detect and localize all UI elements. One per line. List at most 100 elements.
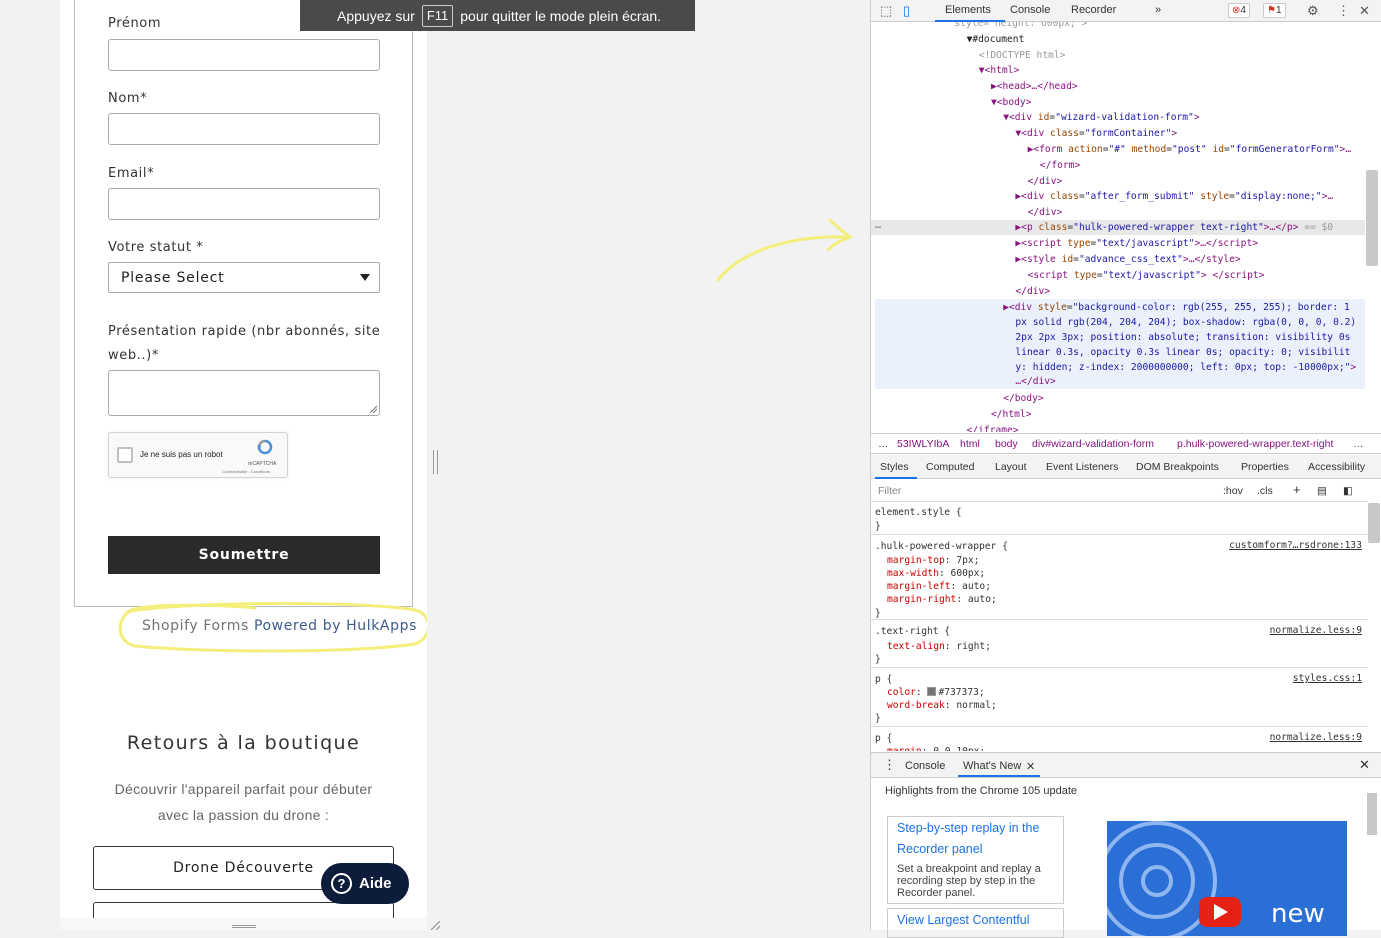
powered-by-link[interactable]: Powered by HulkApps [254, 618, 417, 634]
card-title-line-2[interactable]: Recorder panel [897, 839, 982, 860]
css-selector[interactable]: .hulk-powered-wrapper { [875, 540, 1008, 553]
dom-node-line[interactable]: ▶<div style="background-color: rgb(255, … [1003, 300, 1350, 315]
drawer-tab-console[interactable]: Console [905, 760, 945, 772]
card-title-line-1[interactable]: Step-by-step replay in the [897, 818, 1039, 839]
dom-node-line[interactable]: ▼#document [967, 32, 1025, 47]
subtab-properties[interactable]: Properties [1241, 461, 1289, 473]
close-tab-icon[interactable]: ✕ [1026, 760, 1035, 773]
css-declaration[interactable]: margin-left: auto; [887, 580, 991, 593]
css-selector[interactable]: p { [875, 732, 892, 745]
paint-icon[interactable]: ▤ [1317, 485, 1327, 497]
dom-node-line[interactable]: 2px 2px 3px; position: absolute; transit… [1015, 330, 1350, 345]
dom-node-line[interactable]: ▼<div id="wizard-validation-form"> [1003, 110, 1199, 125]
subtab-computed[interactable]: Computed [926, 461, 974, 473]
subtab-event-listeners[interactable]: Event Listeners [1046, 461, 1118, 473]
drawer-scrollbar-thumb[interactable] [1367, 793, 1377, 835]
breadcrumb-item[interactable]: html [960, 438, 980, 450]
status-select[interactable]: Please Select [108, 262, 380, 293]
css-rule-close[interactable]: } [875, 607, 881, 620]
inspect-element-icon[interactable]: ⬚ [880, 3, 892, 19]
close-drawer-icon[interactable]: ✕ [1359, 757, 1370, 773]
new-rule-icon[interactable]: + [1293, 482, 1301, 497]
css-declaration[interactable]: margin-top: 7px; [887, 554, 979, 567]
firstname-input[interactable] [108, 39, 380, 71]
css-declaration[interactable]: max-width: 600px; [887, 567, 985, 580]
more-tabs-button[interactable]: » [1155, 4, 1161, 16]
dom-node-line[interactable]: ▶<style id="advance_css_text">…</style> [1015, 252, 1240, 267]
tab-console[interactable]: Console [1010, 4, 1050, 16]
css-selector[interactable]: p { [875, 673, 892, 686]
dom-node-line[interactable]: …</div> [1015, 374, 1055, 389]
dom-node-line[interactable]: ▶<p class="hulk-powered-wrapper text-rig… [1015, 220, 1333, 235]
css-source-link[interactable]: styles.css:1 [1293, 673, 1362, 684]
dom-node-line[interactable]: ▶<head>…</head> [991, 79, 1078, 94]
dom-node-line[interactable]: </iframe> [967, 423, 1019, 432]
dom-node-line[interactable]: </body> [1003, 391, 1043, 406]
breadcrumb-item[interactable]: … [878, 438, 889, 450]
sidebar-toggle-icon[interactable]: ◧ [1343, 485, 1353, 497]
css-declaration[interactable]: margin-right: auto; [887, 593, 997, 606]
css-declaration[interactable]: text-align: right; [887, 640, 991, 653]
corner-resize-icon[interactable] [431, 921, 441, 930]
dom-node-line[interactable]: ▼<body> [991, 95, 1031, 110]
dom-node-line[interactable]: </div> [1028, 205, 1063, 220]
css-selector[interactable]: element.style { [875, 506, 962, 519]
dom-node-line[interactable]: </div> [1028, 174, 1063, 189]
css-rule-close[interactable]: } [875, 653, 881, 666]
node-options-icon[interactable]: … [875, 220, 881, 231]
elements-scrollbar-thumb[interactable] [1366, 170, 1378, 266]
subtab-layout[interactable]: Layout [995, 461, 1027, 473]
color-swatch[interactable] [927, 687, 937, 696]
dom-node-line[interactable]: ▶<div class="after_form_submit" style="d… [1015, 189, 1333, 204]
styles-filter-input[interactable]: Filter [878, 485, 901, 497]
breadcrumb-item[interactable]: p.hulk-powered-wrapper.text-right [1177, 438, 1333, 450]
subtab-styles[interactable]: Styles [880, 461, 909, 473]
close-icon[interactable]: ✕ [1359, 3, 1370, 19]
hov-toggle[interactable]: :hov [1223, 485, 1243, 497]
tab-elements[interactable]: Elements [945, 4, 991, 16]
recaptcha-checkbox[interactable] [117, 447, 133, 463]
dom-node-line[interactable]: ▼<div class="formContainer"> [1015, 126, 1177, 141]
issue-count-badge[interactable]: ⚑1 [1263, 3, 1286, 18]
css-declaration[interactable]: margin: 0 0 10px; [887, 745, 985, 751]
css-selector[interactable]: .text-right { [875, 625, 950, 638]
whats-new-video-thumbnail[interactable]: new [1107, 821, 1347, 936]
breadcrumb-item[interactable]: 53IWLYIbA [897, 438, 949, 450]
subtab-dom-breakpoints[interactable]: DOM Breakpoints [1136, 461, 1219, 473]
dom-node-line[interactable]: </form> [1040, 158, 1080, 173]
dom-node-line[interactable]: </html> [991, 407, 1031, 422]
viewport-resize-handle[interactable] [433, 450, 438, 474]
dom-node-line[interactable]: ▶<script type="text/javascript">…</scrip… [1015, 236, 1258, 251]
breadcrumb-item[interactable]: div#wizard-validation-form [1032, 438, 1154, 450]
dom-node-line[interactable]: </div> [1015, 284, 1050, 299]
second-outline-button[interactable] [93, 902, 394, 918]
recaptcha-terms-link[interactable]: Confidentialité - Conditions [222, 469, 270, 474]
device-toolbar-icon[interactable]: ▯ [903, 3, 910, 19]
resize-handle-bottom[interactable] [232, 925, 256, 928]
css-source-link[interactable]: customform?…rsdrone:133 [1229, 540, 1362, 551]
lastname-input[interactable] [108, 113, 380, 145]
css-declaration[interactable]: word-break: normal; [887, 699, 997, 712]
whats-new-card[interactable]: View Largest Contentful [887, 908, 1064, 938]
error-count-badge[interactable]: ⊗4 [1228, 3, 1250, 18]
help-button[interactable]: ? Aide [321, 863, 409, 904]
whats-new-card[interactable]: Step-by-step replay in the Recorder pane… [887, 816, 1064, 904]
dom-node-line[interactable]: linear 0.3s, opacity 0.3s linear 0s; opa… [1015, 345, 1350, 360]
dom-node-line[interactable]: style="height: 600px;"> [954, 22, 1087, 31]
submit-button[interactable]: Soumettre [108, 536, 380, 574]
email-input[interactable] [108, 188, 380, 220]
dom-node-line[interactable]: y: hidden; z-index: 2000000000; left: 0p… [1015, 360, 1356, 375]
breadcrumb-item[interactable]: body [995, 438, 1018, 450]
more-options-icon[interactable]: ⋮ [1337, 3, 1350, 19]
css-rule-close[interactable]: } [875, 712, 881, 725]
presentation-textarea[interactable] [108, 370, 380, 416]
dom-node-line[interactable]: ▼<html> [979, 63, 1019, 78]
card2-title[interactable]: View Largest Contentful [897, 910, 1030, 931]
dom-node-line[interactable]: <script type="text/javascript"> </script… [1028, 268, 1265, 283]
tab-recorder[interactable]: Recorder [1071, 4, 1116, 16]
drawer-menu-icon[interactable]: ⋮ [883, 757, 896, 773]
breadcrumb-item[interactable]: … [1353, 438, 1364, 450]
css-declaration[interactable]: color: #737373; [887, 686, 985, 699]
dom-node-line[interactable]: px solid rgb(204, 204, 204); box-shadow:… [1015, 315, 1356, 330]
drawer-tab-whats-new[interactable]: What's New [963, 760, 1021, 772]
